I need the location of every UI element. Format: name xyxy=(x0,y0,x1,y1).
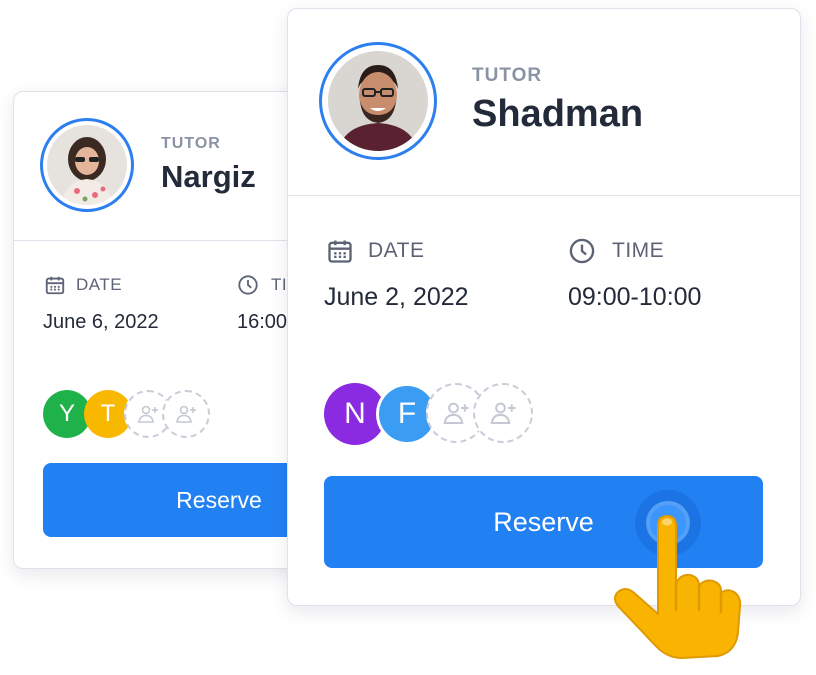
participant-initial: T xyxy=(100,400,116,427)
tutor-card-nargiz: TUTOR Nargiz DATE June 6, 2022 TIME 16:0… xyxy=(13,91,305,569)
tutor-photo xyxy=(328,51,428,151)
date-label-text: DATE xyxy=(368,239,425,262)
date-label-text: DATE xyxy=(76,275,123,294)
calendar-icon xyxy=(326,237,354,265)
clock-icon xyxy=(568,237,596,265)
participant-initial: Y xyxy=(58,400,75,427)
add-user-icon xyxy=(490,402,516,424)
tutor-name: Shadman xyxy=(472,93,644,135)
empty-participant-slot[interactable] xyxy=(473,383,533,443)
time-value: 09:00-10:00 xyxy=(568,283,702,311)
tutor-photo xyxy=(47,125,127,205)
clock-icon xyxy=(237,274,259,296)
reserve-button[interactable]: Reserve xyxy=(43,463,304,537)
pointing-hand-icon xyxy=(614,515,742,659)
date-label: DATE xyxy=(326,237,424,265)
participant-initial: F xyxy=(397,397,417,430)
add-user-icon xyxy=(176,405,196,423)
tutor-label: TUTOR xyxy=(161,135,221,152)
tutor-label: TUTOR xyxy=(472,65,543,86)
time-label: TIME xyxy=(568,237,664,265)
date-label: DATE xyxy=(44,274,122,296)
add-user-icon xyxy=(138,405,158,423)
empty-participant-slot[interactable] xyxy=(162,390,210,438)
calendar-icon xyxy=(44,274,66,296)
tutor-name: Nargiz xyxy=(161,159,256,194)
add-user-icon xyxy=(443,402,469,424)
date-value: June 2, 2022 xyxy=(324,283,469,311)
date-value: June 6, 2022 xyxy=(43,311,159,333)
time-label-text: TIME xyxy=(612,239,665,262)
tutor-card-header: TUTOR Nargiz xyxy=(14,92,304,241)
tutor-card-header: TUTOR Shadman xyxy=(288,9,800,196)
participant-initial: N xyxy=(344,397,366,430)
